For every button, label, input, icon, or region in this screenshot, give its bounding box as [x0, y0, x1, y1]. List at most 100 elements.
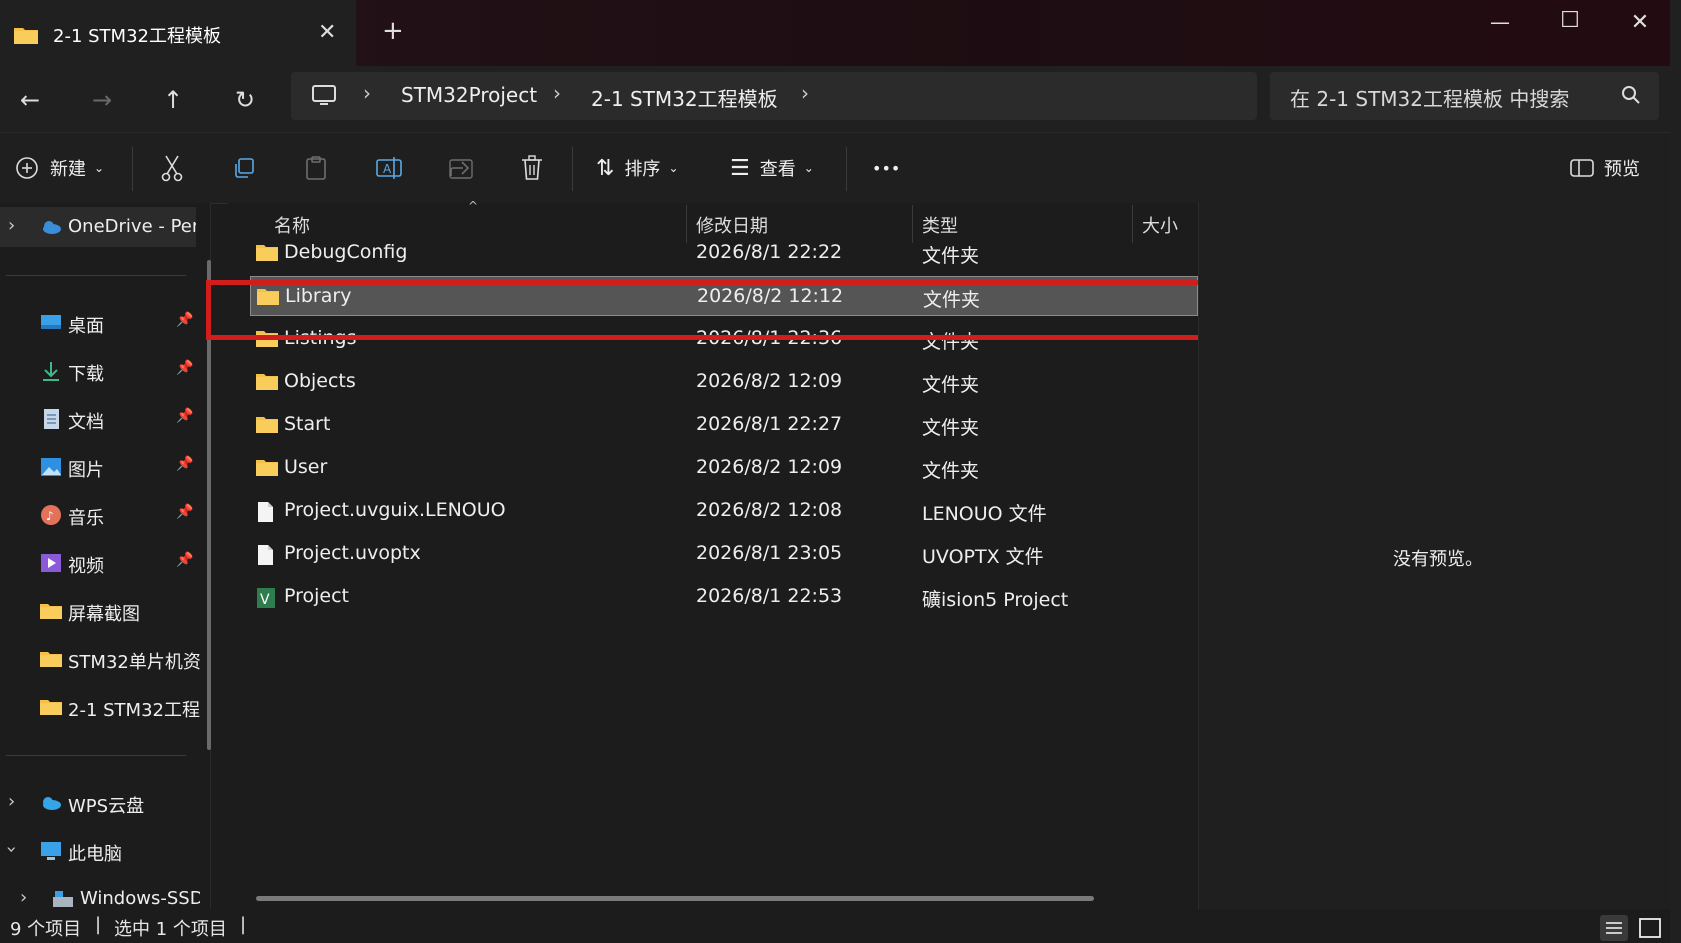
item-count: 9 个项目 — [10, 919, 82, 940]
file-row[interactable]: Objects 2026/8/2 12:09 文件夹 — [250, 362, 1198, 402]
file-date: 2026/8/1 22:53 — [696, 585, 843, 607]
details-view-icon[interactable] — [1600, 915, 1628, 941]
chevron-right-icon[interactable]: › — [20, 887, 27, 908]
chevron-down-icon[interactable]: › — [1, 846, 22, 853]
file-type: 文件夹 — [922, 417, 980, 439]
sort-button[interactable]: ⇅ 排序 ⌄ — [596, 151, 679, 185]
folder-icon — [256, 458, 278, 481]
folder-icon — [14, 28, 38, 44]
breadcrumb-separator[interactable]: › — [553, 81, 561, 105]
file-type: 礦ision5 Project — [922, 589, 1069, 611]
computer-icon — [41, 842, 61, 860]
share-icon — [449, 159, 473, 179]
tab-title: 2-1 STM32工程模板 — [53, 26, 221, 47]
sidebar-divider — [6, 755, 186, 756]
computer-icon — [312, 85, 336, 105]
file-icon — [256, 544, 274, 571]
folder-icon — [256, 372, 278, 395]
chevron-right-icon[interactable]: › — [8, 791, 15, 812]
tab-active[interactable]: 2-1 STM32工程模板 ✕ — [0, 0, 356, 66]
more-options-button[interactable]: ••• — [872, 151, 900, 185]
maximize-button[interactable]: ☐ — [1550, 8, 1590, 33]
window-scrollbar[interactable] — [1670, 0, 1681, 943]
navigation-pane: › OneDrive - Per 桌面 📌 下载 📌 文档 📌 图片 📌 ♪ 音… — [0, 203, 211, 909]
view-button[interactable]: ☰ 查看 ⌄ — [730, 151, 814, 185]
chevron-right-icon[interactable]: › — [8, 215, 15, 236]
sidebar-item-stm32-resources[interactable]: STM32单片机资 — [0, 639, 200, 679]
sidebar-item-label: STM32单片机资 — [68, 652, 200, 673]
file-row[interactable]: Project.uvoptx 2026/8/1 23:05 UVOPTX 文件 — [250, 534, 1198, 574]
new-tab-button[interactable]: + — [382, 16, 404, 46]
file-row[interactable]: V Project 2026/8/1 22:53 礦ision5 Project — [250, 577, 1198, 617]
sidebar-item-label: 下载 — [68, 364, 104, 385]
file-row[interactable]: User 2026/8/2 12:09 文件夹 — [250, 448, 1198, 488]
cut-button[interactable] — [160, 151, 184, 185]
title-bar: 2-1 STM32工程模板 ✕ + — ☐ ✕ — [0, 0, 1681, 66]
horizontal-scrollbar[interactable] — [256, 896, 1094, 901]
status-separator: | — [95, 914, 102, 935]
search-box[interactable]: 在 2-1 STM32工程模板 中搜索 — [1270, 72, 1659, 120]
file-name: Project.uvguix.LENOUO — [284, 499, 506, 521]
sidebar-item-label: WPS云盘 — [68, 796, 145, 817]
rename-button[interactable]: A — [376, 151, 402, 185]
up-button[interactable]: ↑ — [153, 80, 193, 120]
copy-button[interactable] — [232, 151, 256, 185]
toolbar-divider — [846, 147, 847, 191]
pin-icon: 📌 — [176, 360, 194, 376]
file-type: UVOPTX 文件 — [922, 546, 1044, 568]
file-date: 2026/8/2 12:08 — [696, 499, 843, 521]
delete-button[interactable] — [520, 151, 544, 185]
svg-text:V: V — [260, 592, 270, 608]
new-button[interactable]: 新建 ⌄ — [14, 151, 104, 185]
file-row[interactable]: Start 2026/8/1 22:27 文件夹 — [250, 405, 1198, 445]
sidebar-item-downloads[interactable]: 下载 📌 — [0, 351, 200, 391]
trash-icon — [522, 155, 542, 180]
tiles-view-icon[interactable] — [1636, 915, 1664, 941]
folder-icon — [40, 652, 62, 667]
music-icon: ♪ — [41, 505, 61, 525]
tab-close-icon[interactable]: ✕ — [318, 20, 336, 45]
pin-icon: 📌 — [176, 552, 194, 568]
sidebar-item-documents[interactable]: 文档 📌 — [0, 399, 200, 439]
share-button[interactable] — [448, 151, 474, 185]
sidebar-item-pictures[interactable]: 图片 📌 — [0, 447, 200, 487]
preview-label: 预览 — [1604, 159, 1640, 180]
sort-label: 排序 — [624, 159, 661, 180]
file-name: User — [284, 456, 328, 478]
list-view-icon: ☰ — [730, 155, 750, 181]
file-row[interactable]: DebugConfig 2026/8/1 22:22 文件夹 — [250, 233, 1198, 273]
minimize-button[interactable]: — — [1480, 10, 1520, 34]
sidebar-item-project-template[interactable]: 2-1 STM32工程 — [0, 687, 200, 727]
sidebar-item-wps-cloud[interactable]: › WPS云盘 — [0, 783, 200, 823]
file-name: Objects — [284, 370, 356, 392]
file-row[interactable]: Project.uvguix.LENOUO 2026/8/2 12:08 LENOU… — [250, 491, 1198, 531]
breadcrumb-stm32project[interactable]: STM32Project — [401, 83, 537, 107]
sidebar-item-label: 桌面 — [68, 316, 104, 337]
paste-icon — [306, 156, 326, 180]
new-label: 新建 — [50, 159, 86, 180]
status-separator: | — [240, 914, 247, 935]
sidebar-item-desktop[interactable]: 桌面 📌 — [0, 303, 200, 343]
address-bar[interactable]: › STM32Project › 2-1 STM32工程模板 › — [291, 72, 1257, 120]
breadcrumb-current-folder[interactable]: 2-1 STM32工程模板 — [591, 83, 778, 112]
sidebar-item-onedrive[interactable]: › OneDrive - Per — [0, 207, 196, 247]
forward-button[interactable]: → — [82, 80, 122, 120]
chevron-down-icon: ⌄ — [803, 161, 814, 175]
sidebar-item-label: Windows-SSD — [80, 888, 200, 909]
breadcrumb-separator[interactable]: › — [801, 81, 809, 105]
refresh-button[interactable]: ↻ — [225, 80, 265, 120]
sidebar-item-screenshots[interactable]: 屏幕截图 — [0, 591, 200, 631]
preview-pane-button[interactable]: 预览 — [1570, 151, 1640, 185]
sidebar-item-videos[interactable]: 视频 📌 — [0, 543, 200, 583]
back-button[interactable]: ← — [10, 80, 50, 120]
file-name: Project — [284, 585, 350, 607]
search-icon[interactable] — [1620, 84, 1642, 106]
sidebar-item-this-pc[interactable]: › 此电脑 — [0, 831, 200, 871]
breadcrumb-separator[interactable]: › — [363, 81, 371, 105]
view-label: 查看 — [759, 159, 796, 180]
sidebar-item-music[interactable]: ♪ 音乐 📌 — [0, 495, 200, 535]
toolbar-divider — [132, 147, 133, 191]
svg-text:♪: ♪ — [46, 509, 54, 523]
paste-button[interactable] — [304, 151, 328, 185]
close-window-button[interactable]: ✕ — [1620, 10, 1660, 35]
